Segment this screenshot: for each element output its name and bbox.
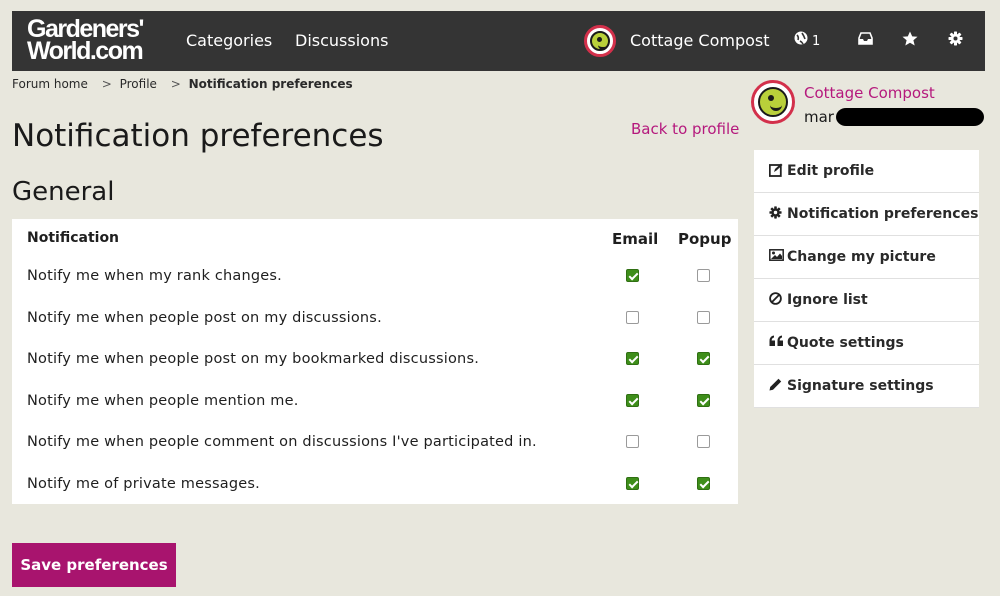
pencil-icon (769, 378, 787, 395)
sidebar-item-change-picture[interactable]: Change my picture (754, 236, 979, 279)
email-checkbox[interactable] (626, 435, 639, 448)
inbox-icon[interactable] (858, 31, 873, 49)
notification-label: Notify me of private messages. (27, 476, 260, 492)
quote-icon (769, 335, 787, 351)
site-logo[interactable]: Gardeners' World.com (27, 17, 145, 65)
globe-icon[interactable] (794, 31, 808, 49)
save-preferences-button[interactable]: Save preferences (12, 543, 176, 587)
notification-label: Notify me when people mention me. (27, 393, 299, 409)
avatar-face-icon (590, 31, 610, 51)
user-avatar-small[interactable] (584, 25, 616, 57)
notification-label: Notify me when people comment on discuss… (27, 434, 537, 450)
email-checkbox[interactable] (626, 352, 639, 365)
avatar-face-icon (758, 87, 788, 117)
sidebar-username[interactable]: Cottage Compost (804, 84, 935, 102)
popup-checkbox[interactable] (697, 352, 710, 365)
sidebar-item-label: Edit profile (787, 163, 875, 179)
popup-checkbox[interactable] (697, 435, 710, 448)
email-checkbox[interactable] (626, 311, 639, 324)
page-title: Notification preferences (12, 118, 384, 154)
notification-count[interactable]: 1 (812, 34, 820, 49)
back-to-profile-link[interactable]: Back to profile (631, 120, 739, 138)
table-row: Notify me when people comment on discuss… (12, 429, 738, 459)
breadcrumb-current: Notification preferences (188, 77, 353, 91)
sidebar-item-label: Change my picture (787, 249, 936, 265)
edit-icon (768, 163, 787, 181)
sidebar-item-edit-profile[interactable]: Edit profile (754, 150, 979, 193)
popup-checkbox[interactable] (697, 394, 710, 407)
sidebar-item-label: Notification preferences (787, 206, 979, 222)
top-navbar: Gardeners' World.com Categories Discussi… (12, 11, 985, 71)
notification-label: Notify me when people post on my discuss… (27, 310, 382, 326)
sidebar-avatar[interactable] (751, 80, 795, 124)
redaction-mark (836, 108, 984, 126)
breadcrumb-forum-home[interactable]: Forum home (12, 77, 88, 91)
popup-checkbox[interactable] (697, 311, 710, 324)
sidebar-menu: Edit profile Notification preferences Ch… (754, 150, 979, 408)
ban-icon (769, 292, 787, 309)
breadcrumb-profile[interactable]: Profile (120, 77, 157, 91)
sidebar-user-subtext: mar (804, 108, 834, 126)
sidebar-item-quote-settings[interactable]: Quote settings (754, 322, 979, 365)
nav-discussions[interactable]: Discussions (295, 31, 388, 50)
breadcrumb-separator: > (170, 77, 181, 91)
gear-icon (769, 206, 787, 223)
logo-line-2: World.com (27, 37, 144, 65)
breadcrumb-separator: > (101, 77, 112, 91)
preferences-table: Notification Email Popup Notify me when … (12, 219, 738, 504)
popup-checkbox[interactable] (697, 477, 710, 490)
table-row: Notify me when people mention me. (12, 388, 738, 418)
email-checkbox[interactable] (626, 394, 639, 407)
header-email: Email (612, 230, 659, 248)
table-row: Notify me when my rank changes. (12, 263, 738, 293)
popup-checkbox[interactable] (697, 269, 710, 282)
table-row: Notify me when people post on my discuss… (12, 305, 738, 335)
sidebar-item-signature-settings[interactable]: Signature settings (754, 365, 979, 408)
table-row: Notify me when people post on my bookmar… (12, 346, 738, 376)
sidebar-item-label: Signature settings (787, 378, 934, 394)
header-notification: Notification (27, 230, 120, 246)
sidebar-item-ignore-list[interactable]: Ignore list (754, 279, 979, 322)
header-popup: Popup (678, 230, 732, 248)
sidebar-item-label: Ignore list (787, 292, 868, 308)
star-icon[interactable] (902, 31, 918, 50)
section-title: General (12, 177, 115, 207)
gear-icon[interactable] (948, 31, 963, 50)
header-username[interactable]: Cottage Compost (630, 31, 770, 50)
notification-label: Notify me when my rank changes. (27, 268, 282, 284)
email-checkbox[interactable] (626, 477, 639, 490)
picture-icon (769, 249, 787, 265)
notification-label: Notify me when people post on my bookmar… (27, 351, 480, 367)
email-checkbox[interactable] (626, 269, 639, 282)
sidebar-item-notification-preferences[interactable]: Notification preferences (754, 193, 979, 236)
nav-categories[interactable]: Categories (186, 31, 272, 50)
breadcrumb: Forum home > Profile > Notification pref… (12, 77, 359, 91)
sidebar-item-label: Quote settings (787, 335, 904, 351)
table-row: Notify me of private messages. (12, 471, 738, 501)
